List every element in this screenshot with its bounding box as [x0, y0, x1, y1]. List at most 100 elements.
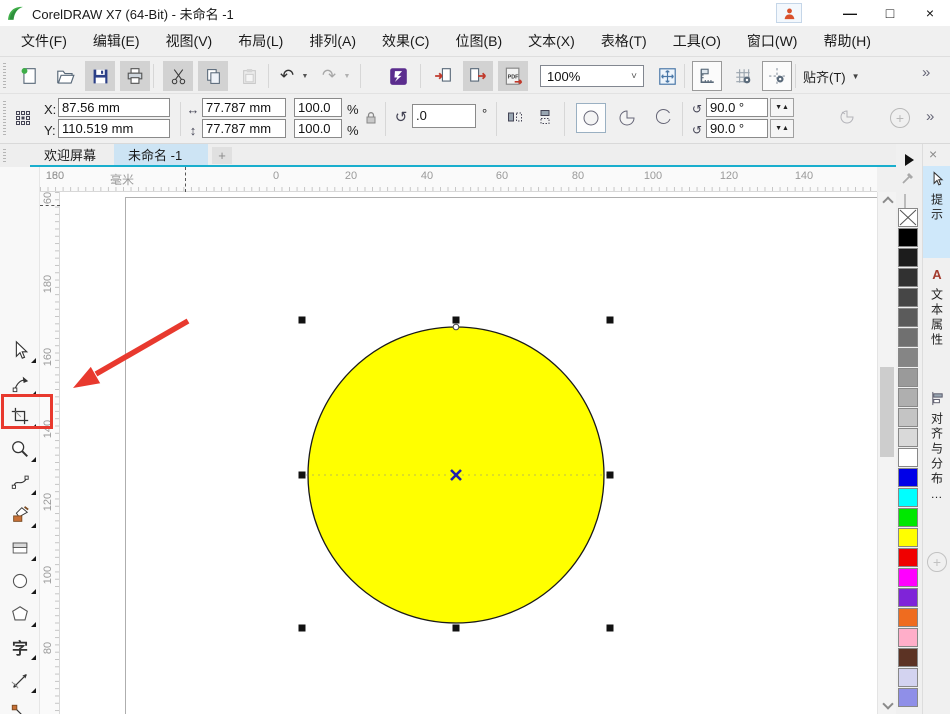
start-angle-spinner[interactable]: ▼▲ — [770, 98, 794, 117]
color-swatch[interactable] — [898, 608, 918, 627]
toggle-grid-icon[interactable] — [728, 61, 758, 91]
menu-item[interactable]: 效果(C) — [369, 26, 442, 56]
freehand-tool[interactable] — [0, 465, 40, 498]
undo-dropdown-caret[interactable]: ▼ — [298, 61, 312, 91]
connector-tool[interactable] — [0, 696, 40, 714]
rectangle-tool[interactable] — [0, 531, 40, 564]
menu-item[interactable]: 帮助(H) — [810, 26, 883, 56]
rotation-angle-field[interactable]: .0 — [412, 104, 476, 128]
paste-icon[interactable] — [234, 61, 264, 91]
scroll-up-button[interactable] — [878, 192, 897, 209]
artistic-media-tool[interactable] — [0, 498, 40, 531]
undo-icon[interactable]: ↶ — [276, 61, 298, 91]
mirror-vertical-icon[interactable] — [536, 108, 554, 126]
color-swatch[interactable] — [898, 488, 918, 507]
color-swatch[interactable] — [898, 668, 918, 687]
menu-item[interactable]: 排列(A) — [296, 26, 369, 56]
account-button[interactable] — [776, 3, 802, 23]
redo-icon[interactable]: ↷ — [318, 61, 340, 91]
add-docker-button[interactable]: + — [927, 552, 947, 572]
y-position-field[interactable]: 110.519 mm — [58, 119, 170, 138]
canvas-vertical-scrollbar[interactable] — [877, 192, 896, 714]
copy-icon[interactable] — [198, 61, 228, 91]
color-swatch[interactable] — [898, 628, 918, 647]
docker-close-icon[interactable]: × — [929, 146, 937, 162]
color-swatch[interactable] — [898, 388, 918, 407]
dimension-tool[interactable] — [0, 663, 40, 696]
end-angle-field[interactable]: 90.0 ° — [706, 119, 768, 138]
publish-pdf-icon[interactable]: PDF — [498, 61, 528, 91]
new-document-icon[interactable] — [14, 61, 44, 91]
color-swatch[interactable] — [898, 588, 918, 607]
menu-item[interactable]: 表格(T) — [588, 26, 660, 56]
open-icon[interactable] — [50, 61, 80, 91]
polygon-tool[interactable] — [0, 597, 40, 630]
print-icon[interactable] — [120, 61, 150, 91]
menu-item[interactable]: 编辑(E) — [80, 26, 153, 56]
color-swatch[interactable] — [898, 688, 918, 707]
color-swatch[interactable] — [898, 448, 918, 467]
shape-tool[interactable] — [0, 366, 40, 399]
menu-item[interactable]: 文本(X) — [515, 26, 588, 56]
change-direction-icon[interactable] — [838, 108, 856, 126]
save-icon[interactable] — [85, 61, 115, 91]
color-swatch[interactable] — [898, 428, 918, 447]
property-overflow-button[interactable]: » — [926, 108, 934, 125]
ellipse-tool[interactable] — [0, 564, 40, 597]
color-swatch[interactable] — [898, 248, 918, 267]
color-swatch[interactable] — [898, 368, 918, 387]
color-swatch[interactable] — [898, 268, 918, 287]
menu-item[interactable]: 位图(B) — [442, 26, 515, 56]
ellipse-node[interactable] — [452, 323, 460, 331]
toolbar-grip[interactable] — [3, 63, 6, 88]
docker-tab-text-properties[interactable]: A 文本属性 — [923, 262, 950, 382]
menu-item[interactable]: 窗口(W) — [734, 26, 811, 56]
crop-tool[interactable] — [0, 399, 40, 432]
export-icon[interactable] — [463, 61, 493, 91]
import-icon[interactable] — [428, 61, 458, 91]
drawing-canvas[interactable] — [60, 192, 877, 714]
redo-dropdown-caret[interactable]: ▼ — [340, 61, 354, 91]
scroll-down-button[interactable] — [878, 697, 897, 714]
color-swatch[interactable] — [898, 568, 918, 587]
x-position-field[interactable]: 87.56 mm — [58, 98, 170, 117]
zoom-tool[interactable] — [0, 432, 40, 465]
chevron-down-icon[interactable]: ˅ — [625, 71, 643, 82]
start-angle-field[interactable]: 90.0 ° — [706, 98, 768, 117]
end-angle-spinner[interactable]: ▼▲ — [770, 119, 794, 138]
scale-v-field[interactable]: 100.0 — [294, 119, 342, 138]
color-swatch[interactable] — [898, 408, 918, 427]
snap-to-button[interactable]: 贴齐(T) ▼ — [803, 63, 860, 89]
application-launcher-icon[interactable] — [383, 61, 413, 91]
no-color-swatch[interactable] — [898, 208, 918, 227]
scale-h-field[interactable]: 100.0 — [294, 98, 342, 117]
tabbar-grip[interactable] — [3, 148, 6, 163]
scrollbar-thumb[interactable] — [880, 367, 894, 457]
add-property-icon[interactable]: + — [890, 108, 910, 128]
menu-item[interactable]: 视图(V) — [153, 26, 226, 56]
fit-to-window-icon[interactable] — [652, 61, 682, 91]
color-swatch[interactable] — [898, 348, 918, 367]
height-field[interactable]: 77.787 mm — [202, 119, 286, 138]
color-swatch[interactable] — [898, 308, 918, 327]
vertical-ruler[interactable]: 180 160 140 120 100 80 60 — [40, 192, 60, 714]
color-swatch[interactable] — [898, 648, 918, 667]
menu-item[interactable]: 工具(O) — [660, 26, 734, 56]
color-swatch[interactable] — [898, 508, 918, 527]
maximize-button[interactable]: □ — [870, 1, 910, 25]
width-field[interactable]: 77.787 mm — [202, 98, 286, 117]
pie-mode-button[interactable] — [612, 103, 642, 133]
minimize-button[interactable]: — — [830, 1, 870, 25]
menu-item[interactable]: 文件(F) — [8, 26, 80, 56]
color-swatch[interactable] — [898, 468, 918, 487]
tab-welcome-screen[interactable]: 欢迎屏幕 — [30, 144, 110, 165]
zoom-level-combo[interactable]: 100% ˅ — [540, 65, 644, 87]
horizontal-ruler[interactable]: 毫米 0 20 40 60 80 100 120 140 160 180 — [40, 167, 877, 192]
text-tool[interactable]: 字 — [0, 630, 40, 663]
color-swatch[interactable] — [898, 548, 918, 567]
docker-tab-align-distribute[interactable]: 对齐与分布… — [923, 386, 950, 544]
new-tab-button[interactable]: + — [212, 147, 232, 164]
palette-eyedropper-icon[interactable] — [900, 170, 916, 186]
color-swatch[interactable] — [898, 528, 918, 547]
color-swatch[interactable] — [898, 328, 918, 347]
